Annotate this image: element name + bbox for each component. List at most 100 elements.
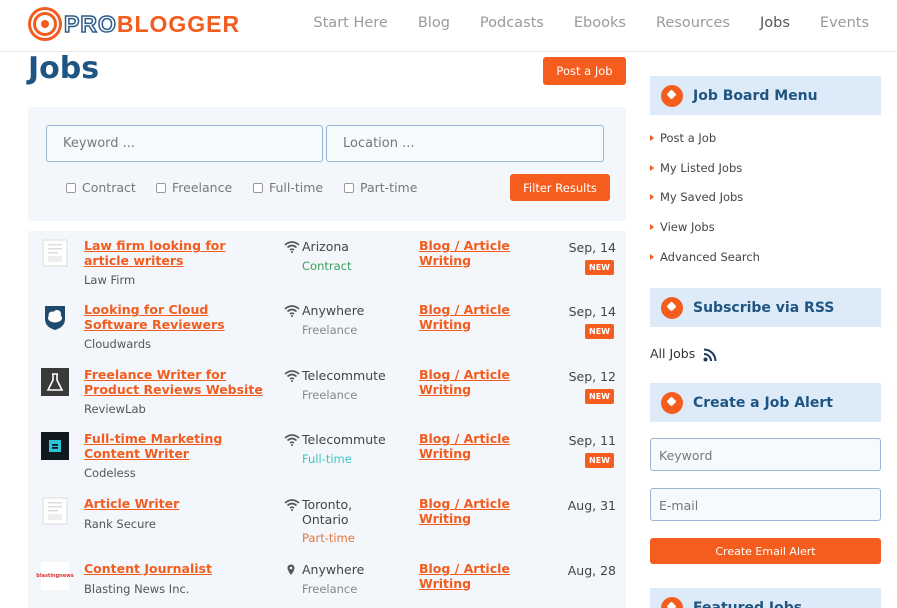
rss-icon[interactable] (703, 348, 717, 362)
subscribe-rss-header: Subscribe via RSS (650, 288, 881, 327)
rss-all-jobs-link[interactable]: All Jobs (650, 344, 717, 362)
job-category-link[interactable]: Blog / Article Writing (419, 367, 519, 397)
job-type: Part-time (302, 531, 355, 545)
new-badge: NEW (585, 453, 614, 468)
job-row[interactable]: Full-time Marketing Content Writer Codel… (28, 424, 626, 488)
job-title-link[interactable]: Full-time Marketing Content Writer (84, 431, 269, 461)
filter-freelance-checkbox[interactable]: Freelance (156, 180, 232, 195)
nav-blog[interactable]: Blog (418, 15, 450, 31)
document-logo-icon (42, 239, 68, 267)
page-title: Jobs (28, 51, 100, 86)
tag-icon (661, 296, 683, 319)
main-nav: Start Here Blog Podcasts Ebooks Resource… (283, 15, 869, 31)
job-company: Blasting News Inc. (84, 582, 190, 596)
new-badge: NEW (585, 324, 614, 339)
job-type: Freelance (302, 388, 358, 402)
map-pin-icon (287, 564, 295, 575)
job-company: Rank Secure (84, 517, 156, 531)
logo-text: PROBLOGGER (63, 10, 241, 38)
wifi-icon (284, 241, 300, 253)
job-category-link[interactable]: Blog / Article Writing (419, 496, 519, 526)
tag-icon (661, 596, 683, 608)
job-category-link[interactable]: Blog / Article Writing (419, 561, 519, 591)
checkbox-icon (253, 182, 263, 193)
wifi-icon (284, 434, 300, 446)
checkbox-icon (156, 182, 166, 193)
job-date: Sep, 11 (568, 433, 616, 448)
job-search-panel: Keyword ... Location ... Contract Freela… (28, 107, 626, 221)
nav-jobs[interactable]: Jobs (760, 15, 790, 31)
job-category-link[interactable]: Blog / Article Writing (419, 431, 519, 461)
job-type: Freelance (302, 323, 358, 337)
job-title-link[interactable]: Looking for Cloud Software Reviewers (84, 302, 269, 332)
alert-keyword-input[interactable]: Keyword (650, 438, 881, 471)
sidebar-link-advanced-search[interactable]: Advanced Search (650, 250, 760, 264)
new-badge: NEW (585, 389, 614, 404)
job-row[interactable]: Article Writer Rank Secure Toronto, Onta… (28, 489, 626, 553)
keyword-input[interactable]: Keyword ... (46, 125, 323, 162)
job-board-menu-header: Job Board Menu (650, 76, 881, 115)
logo-mark-icon (28, 7, 62, 41)
job-location: Anywhere (284, 562, 364, 578)
wifi-icon (284, 499, 300, 511)
job-category-link[interactable]: Blog / Article Writing (419, 238, 519, 268)
job-title-link[interactable]: Law firm looking for article writers (84, 238, 269, 268)
job-list: Law firm looking for article writers Law… (28, 231, 626, 608)
job-date: Sep, 14 (568, 240, 616, 255)
job-row[interactable]: Freelance Writer for Product Reviews Web… (28, 360, 626, 424)
job-row[interactable]: Law firm looking for article writers Law… (28, 231, 626, 295)
job-title-link[interactable]: Article Writer (84, 496, 269, 512)
job-company: ReviewLab (84, 402, 146, 416)
create-email-alert-button[interactable]: Create Email Alert (650, 538, 881, 564)
site-header: PROBLOGGER Start Here Blog Podcasts Eboo… (0, 0, 897, 52)
job-type: Freelance (302, 582, 358, 596)
job-location: Anywhere (284, 303, 364, 319)
job-title-link[interactable]: Content Journalist (84, 561, 269, 577)
job-location: Arizona (284, 239, 349, 255)
checkbox-icon (66, 182, 76, 193)
post-a-job-button[interactable]: Post a Job (543, 57, 626, 85)
job-category-link[interactable]: Blog / Article Writing (419, 302, 519, 332)
filter-part-time-checkbox[interactable]: Part-time (344, 180, 417, 195)
nav-resources[interactable]: Resources (656, 15, 730, 31)
job-company: Law Firm (84, 273, 136, 287)
sidebar-link-view-jobs[interactable]: View Jobs (650, 220, 715, 234)
job-row[interactable]: Looking for Cloud Software Reviewers Clo… (28, 295, 626, 359)
job-date: Sep, 12 (568, 369, 616, 384)
nav-podcasts[interactable]: Podcasts (480, 15, 544, 31)
job-type: Full-time (302, 452, 352, 466)
sidebar-link-post-a-job[interactable]: Post a Job (650, 131, 716, 145)
filter-results-button[interactable]: Filter Results (510, 174, 610, 201)
sidebar-link-my-saved-jobs[interactable]: My Saved Jobs (650, 190, 743, 204)
filter-contract-checkbox[interactable]: Contract (66, 180, 136, 195)
create-job-alert-header: Create a Job Alert (650, 383, 881, 422)
job-type: Contract (302, 259, 352, 273)
square-logo-icon (41, 432, 69, 460)
job-location: Toronto, Ontario (284, 497, 362, 527)
tag-icon (661, 84, 683, 107)
wifi-icon (284, 370, 300, 382)
alert-email-input[interactable]: E-mail (650, 488, 881, 521)
wifi-icon (284, 305, 300, 317)
nav-events[interactable]: Events (820, 15, 869, 31)
nav-ebooks[interactable]: Ebooks (574, 15, 626, 31)
filter-full-time-checkbox[interactable]: Full-time (253, 180, 323, 195)
new-badge: NEW (585, 260, 614, 275)
job-title-link[interactable]: Freelance Writer for Product Reviews Web… (84, 367, 269, 397)
job-company: Codeless (84, 466, 136, 480)
job-date: Aug, 28 (567, 563, 616, 578)
nav-start-here[interactable]: Start Here (313, 15, 387, 31)
job-row[interactable]: blastingnews Content Journalist Blasting… (28, 554, 626, 608)
sidebar-link-my-listed-jobs[interactable]: My Listed Jobs (650, 161, 742, 175)
blasting-news-logo-icon: blastingnews (36, 562, 74, 590)
location-input[interactable]: Location ... (326, 125, 604, 162)
job-date: Sep, 14 (568, 304, 616, 319)
document-logo-icon (42, 497, 68, 525)
cloud-shield-logo-icon (45, 306, 65, 330)
flask-logo-icon (41, 368, 69, 396)
problogger-logo[interactable]: PROBLOGGER (28, 6, 240, 42)
job-location: Telecommute (284, 368, 386, 384)
featured-jobs-header: Featured Jobs (650, 588, 881, 608)
job-date: Aug, 31 (567, 498, 616, 513)
tag-icon (661, 391, 683, 414)
